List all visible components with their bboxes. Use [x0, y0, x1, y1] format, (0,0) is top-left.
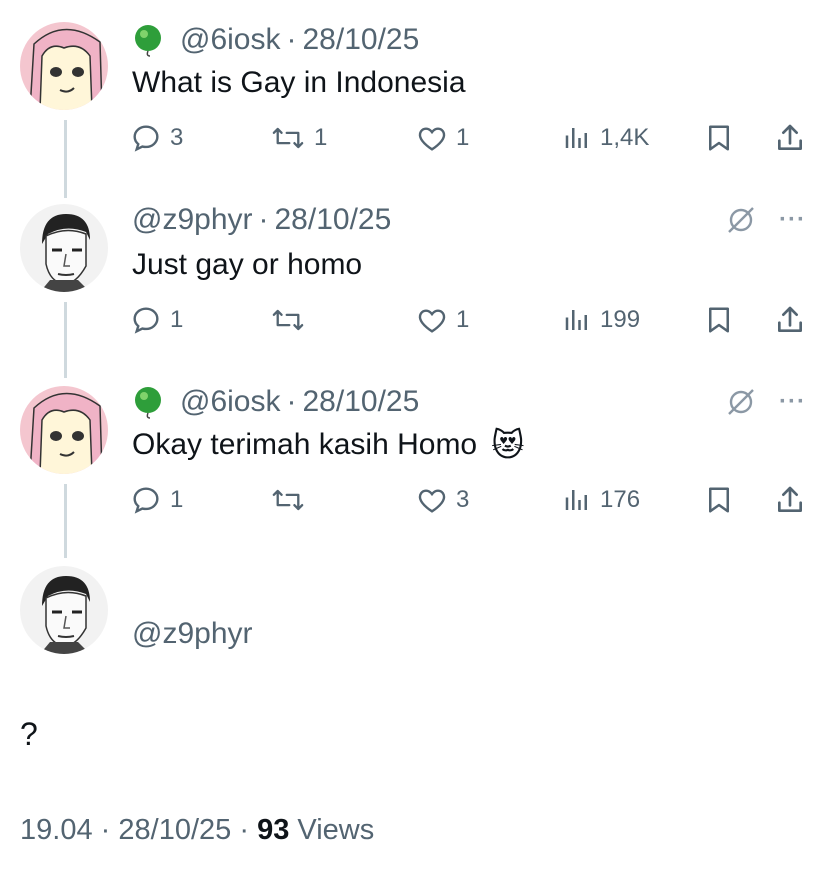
tweet-2-text: Just gay or homo: [132, 244, 362, 286]
share-button[interactable]: [774, 300, 806, 340]
thread-line: [64, 120, 67, 198]
like-icon: [418, 489, 446, 513]
tweet-1-date[interactable]: 28/10/25: [303, 23, 420, 57]
share-icon: [778, 486, 802, 512]
thread-line: [64, 302, 67, 378]
views-button[interactable]: 176: [562, 480, 640, 520]
tweet-1-handle[interactable]: @6iosk: [180, 23, 281, 57]
main-tweet-header: @z9phyr: [132, 614, 253, 654]
thread-line: [64, 484, 67, 558]
reply-icon: [133, 487, 159, 514]
more-icon[interactable]: ···: [779, 388, 806, 416]
grok-icon[interactable]: [725, 204, 757, 236]
tweet-3-header: @6iosk · 28/10/25: [132, 382, 419, 422]
tweet-2-actions: 1 1 199: [130, 300, 810, 340]
reply-count: 1: [170, 306, 184, 333]
separator: ·: [100, 814, 111, 846]
reply-button[interactable]: 3: [130, 118, 183, 158]
reply-icon: [133, 125, 159, 152]
views-button[interactable]: 1,4K: [562, 118, 649, 158]
tweet-2-topright: ···: [725, 200, 806, 240]
tweet-3-text: Okay terimah kasih Homo 😻: [132, 424, 524, 466]
tweet-1-text-content: What is Gay in Indonesia: [132, 66, 466, 99]
tweet-2-handle[interactable]: @z9phyr: [132, 203, 253, 237]
bookmark-button[interactable]: [704, 480, 734, 520]
like-count: 3: [456, 486, 470, 513]
separator: ·: [258, 203, 269, 236]
main-tweet-text: ?: [20, 716, 38, 752]
views-count: 176: [600, 486, 641, 513]
bookmark-icon: [709, 487, 729, 513]
like-button[interactable]: 1: [416, 118, 469, 158]
avatar-anime-girl[interactable]: [20, 386, 108, 474]
views-icon: [565, 490, 587, 510]
reply-icon: [133, 307, 159, 334]
reply-count: 3: [170, 124, 184, 151]
tweet-2-header: @z9phyr · 28/10/25: [132, 200, 391, 240]
tweet-3-actions: 1 3 176: [130, 480, 810, 520]
share-button[interactable]: [774, 118, 806, 158]
heart-eyes-cat-emoji: 😻: [491, 427, 525, 463]
share-icon: [778, 124, 802, 150]
tweet-1-actions: 3 1 1 1,4K: [130, 118, 810, 158]
green-badge-icon: [135, 25, 161, 57]
grok-icon[interactable]: [725, 386, 757, 418]
repost-button[interactable]: [270, 300, 314, 340]
tweet-time[interactable]: 19.04: [20, 814, 93, 846]
reply-count: 1: [170, 486, 184, 513]
share-button[interactable]: [774, 480, 806, 520]
reply-button[interactable]: 1: [130, 300, 183, 340]
views-count: 1,4K: [600, 124, 650, 151]
repost-count: 1: [314, 124, 328, 151]
views-button[interactable]: 199: [562, 300, 640, 340]
bookmark-icon: [709, 307, 729, 333]
tweet-2-date[interactable]: 28/10/25: [275, 203, 392, 237]
tweet-1-header: @6iosk · 28/10/25: [132, 20, 419, 60]
repost-icon: [272, 127, 304, 149]
avatar-anime-girl[interactable]: [20, 22, 108, 110]
like-count: 1: [456, 306, 470, 333]
avatar-sketch-man[interactable]: [20, 566, 108, 654]
repost-button[interactable]: [270, 480, 314, 520]
separator: ·: [286, 23, 297, 56]
tweet-3-date[interactable]: 28/10/25: [303, 385, 420, 419]
main-tweet-meta: 19.04 · 28/10/25 · 93 Views: [20, 814, 374, 847]
like-count: 1: [456, 124, 470, 151]
green-badge-icon: [135, 387, 161, 419]
repost-button[interactable]: 1: [270, 118, 327, 158]
tweet-3-topright: ···: [725, 382, 806, 422]
views-icon: [565, 310, 587, 330]
bookmark-button[interactable]: [704, 118, 734, 158]
share-icon: [778, 306, 802, 332]
tweet-date[interactable]: 28/10/25: [118, 814, 231, 846]
bookmark-button[interactable]: [704, 300, 734, 340]
like-icon: [418, 309, 446, 333]
tweet-2-text-content: Just gay or homo: [132, 248, 363, 281]
like-button[interactable]: 1: [416, 300, 469, 340]
separator: ·: [239, 814, 249, 846]
views-number: 93: [257, 814, 290, 846]
views-icon: [565, 128, 587, 148]
tweet-1-text: What is Gay in Indonesia: [132, 62, 466, 104]
reply-button[interactable]: 1: [130, 480, 183, 520]
more-icon[interactable]: ···: [779, 206, 806, 234]
like-button[interactable]: 3: [416, 480, 469, 520]
tweet-3-text-content: Okay terimah kasih Homo: [132, 428, 478, 461]
main-tweet-handle[interactable]: @z9phyr: [132, 617, 253, 651]
like-icon: [418, 127, 446, 151]
avatar-sketch-man[interactable]: [20, 204, 108, 292]
bookmark-icon: [709, 125, 729, 151]
repost-icon: [272, 489, 304, 511]
tweet-3-handle[interactable]: @6iosk: [180, 385, 281, 419]
views-label: Views: [297, 814, 375, 846]
separator: ·: [286, 385, 297, 418]
repost-icon: [272, 309, 304, 331]
views-count: 199: [600, 306, 641, 333]
